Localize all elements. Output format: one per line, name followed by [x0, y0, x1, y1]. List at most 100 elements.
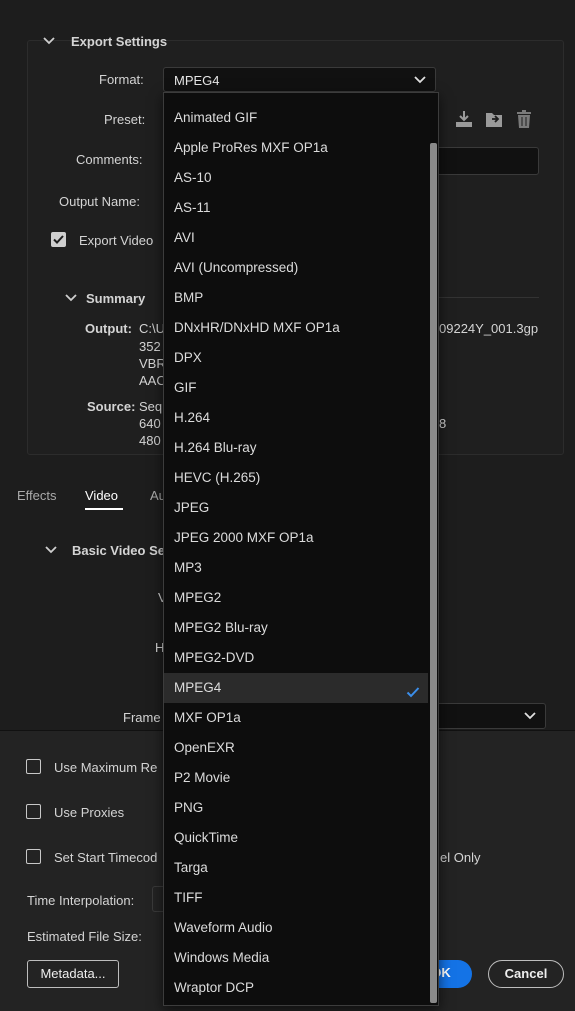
format-menu-item-label: AS-10 [174, 170, 212, 185]
format-menu-item-label: MPEG2-DVD [174, 650, 255, 665]
format-menu-item[interactable]: H.264 Blu-ray [164, 433, 428, 463]
format-menu-item-label: Windows Media [174, 950, 270, 965]
format-menu-item[interactable]: Apple ProRes MXF OP1a [164, 133, 428, 163]
format-menu-item[interactable]: JPEG [164, 493, 428, 523]
format-menu-item[interactable]: DPX [164, 343, 428, 373]
format-menu-item-label: BMP [174, 290, 204, 305]
cancel-button[interactable]: Cancel [488, 960, 564, 988]
frame-rate-label: Frame [123, 710, 161, 725]
use-proxies-checkbox[interactable] [26, 804, 41, 819]
format-menu-item[interactable]: JPEG 2000 MXF OP1a [164, 523, 428, 553]
format-menu-item[interactable]: Targa [164, 853, 428, 883]
format-menu-item-label: MPEG2 Blu-ray [174, 620, 268, 635]
output-name-label: Output Name: [59, 194, 140, 209]
format-menu-item[interactable]: Wraptor DCP [164, 973, 428, 1003]
format-menu-item[interactable]: Windows Media [164, 943, 428, 973]
format-menu-item[interactable]: MPEG2 Blu-ray [164, 613, 428, 643]
format-menu-item[interactable]: OpenEXR [164, 733, 428, 763]
render-alpha-label: el Only [440, 850, 481, 865]
format-menu-item-label: MXF OP1a [174, 710, 241, 725]
chevron-down-icon[interactable] [44, 543, 58, 557]
format-value: MPEG4 [174, 73, 220, 88]
format-menu-item-label: PNG [174, 800, 204, 815]
export-video-label: Export Video [79, 233, 154, 248]
use-proxies-label: Use Proxies [54, 805, 125, 820]
source-line: Seq [139, 399, 163, 414]
format-menu-item[interactable]: Animated GIF [164, 103, 428, 133]
save-preset-icon[interactable] [484, 109, 504, 129]
checkmark-icon [406, 680, 420, 698]
frame-rate-select[interactable] [428, 703, 546, 729]
format-menu-item[interactable]: MPEG4 [164, 673, 428, 703]
format-menu-item[interactable]: MP3 [164, 553, 428, 583]
format-menu-item[interactable]: TIFF [164, 883, 428, 913]
format-menu-item-label: DNxHR/DNxHD MXF OP1a [174, 320, 340, 335]
format-label: Format: [99, 72, 144, 87]
chevron-down-icon [523, 709, 537, 726]
comments-label: Comments: [76, 152, 143, 167]
menu-scrollbar[interactable] [429, 93, 438, 1005]
output-line: 352 [139, 339, 161, 354]
export-settings-title: Export Settings [71, 34, 168, 49]
tab-video[interactable]: Video [85, 488, 118, 503]
format-select[interactable]: MPEG4 [163, 67, 436, 92]
format-menu-item[interactable]: GIF [164, 373, 428, 403]
output-label: Output: [85, 321, 132, 336]
comments-field[interactable] [430, 147, 539, 175]
output-line: C:\U [139, 321, 165, 336]
format-menu-item[interactable]: AVI (Uncompressed) [164, 253, 428, 283]
output-line: VBR [139, 356, 166, 371]
format-menu-item[interactable]: P2 Movie [164, 763, 428, 793]
format-menu-item[interactable]: AS-11 [164, 193, 428, 223]
format-menu-item-label: H.264 [174, 410, 211, 425]
import-preset-icon[interactable] [454, 109, 474, 129]
output-line: AAC [139, 373, 166, 388]
summary-divider [430, 297, 539, 298]
preset-label: Preset: [104, 112, 146, 127]
format-menu-item-label: AVI (Uncompressed) [174, 260, 299, 275]
format-menu-item[interactable]: MPEG2-DVD [164, 643, 428, 673]
active-tab-indicator [85, 508, 123, 510]
format-menu-item-label: AVI [174, 230, 195, 245]
format-menu-item[interactable]: MPEG2 [164, 583, 428, 613]
use-max-render-label: Use Maximum Re [54, 760, 158, 775]
format-menu-item[interactable]: Waveform Audio [164, 913, 428, 943]
format-menu-item-label: P2 Movie [174, 770, 231, 785]
format-menu-item[interactable]: PNG [164, 793, 428, 823]
estimated-file-size-label: Estimated File Size: [27, 929, 142, 944]
format-menu-item[interactable]: H.264 [164, 403, 428, 433]
format-menu-item[interactable]: DNxHR/DNxHD MXF OP1a [164, 313, 428, 343]
format-menu-item-label: HEVC (H.265) [174, 470, 261, 485]
tab-effects[interactable]: Effects [17, 488, 57, 503]
source-detail: 8 [439, 416, 447, 431]
chevron-down-icon[interactable] [42, 34, 56, 48]
format-menu-item[interactable]: AS-10 [164, 163, 428, 193]
format-menu-item-label: MPEG2 [174, 590, 222, 605]
format-menu-item[interactable]: AVI [164, 223, 428, 253]
format-menu-item-label: TIFF [174, 890, 203, 905]
set-start-timecode-label: Set Start Timecod [54, 850, 158, 865]
format-menu-item-label: GIF [174, 380, 197, 395]
format-menu-item-label: Waveform Audio [174, 920, 273, 935]
format-menu-item[interactable]: BMP [164, 283, 428, 313]
format-menu-item[interactable]: QuickTime [164, 823, 428, 853]
export-video-checkbox[interactable] [51, 232, 66, 247]
summary-title: Summary [86, 291, 146, 306]
format-menu-item[interactable]: MXF OP1a [164, 703, 428, 733]
menu-scrollbar-thumb[interactable] [430, 143, 437, 1003]
format-menu-item-label: JPEG 2000 MXF OP1a [174, 530, 314, 545]
format-menu-item-label: MP3 [174, 560, 202, 575]
set-start-timecode-checkbox[interactable] [26, 849, 41, 864]
metadata-button[interactable]: Metadata... [27, 960, 119, 988]
source-line: 640 [139, 416, 161, 431]
format-menu-item-label: AS-11 [174, 200, 211, 215]
chevron-down-icon[interactable] [64, 291, 78, 305]
trash-icon[interactable] [514, 109, 534, 129]
format-menu-item-label: DPX [174, 350, 202, 365]
source-label: Source: [87, 399, 136, 414]
use-max-render-checkbox[interactable] [26, 759, 41, 774]
time-interpolation-label: Time Interpolation: [27, 893, 135, 908]
format-menu-item-label: Targa [174, 860, 208, 875]
format-menu-item-label: JPEG [174, 500, 210, 515]
format-menu-item[interactable]: HEVC (H.265) [164, 463, 428, 493]
